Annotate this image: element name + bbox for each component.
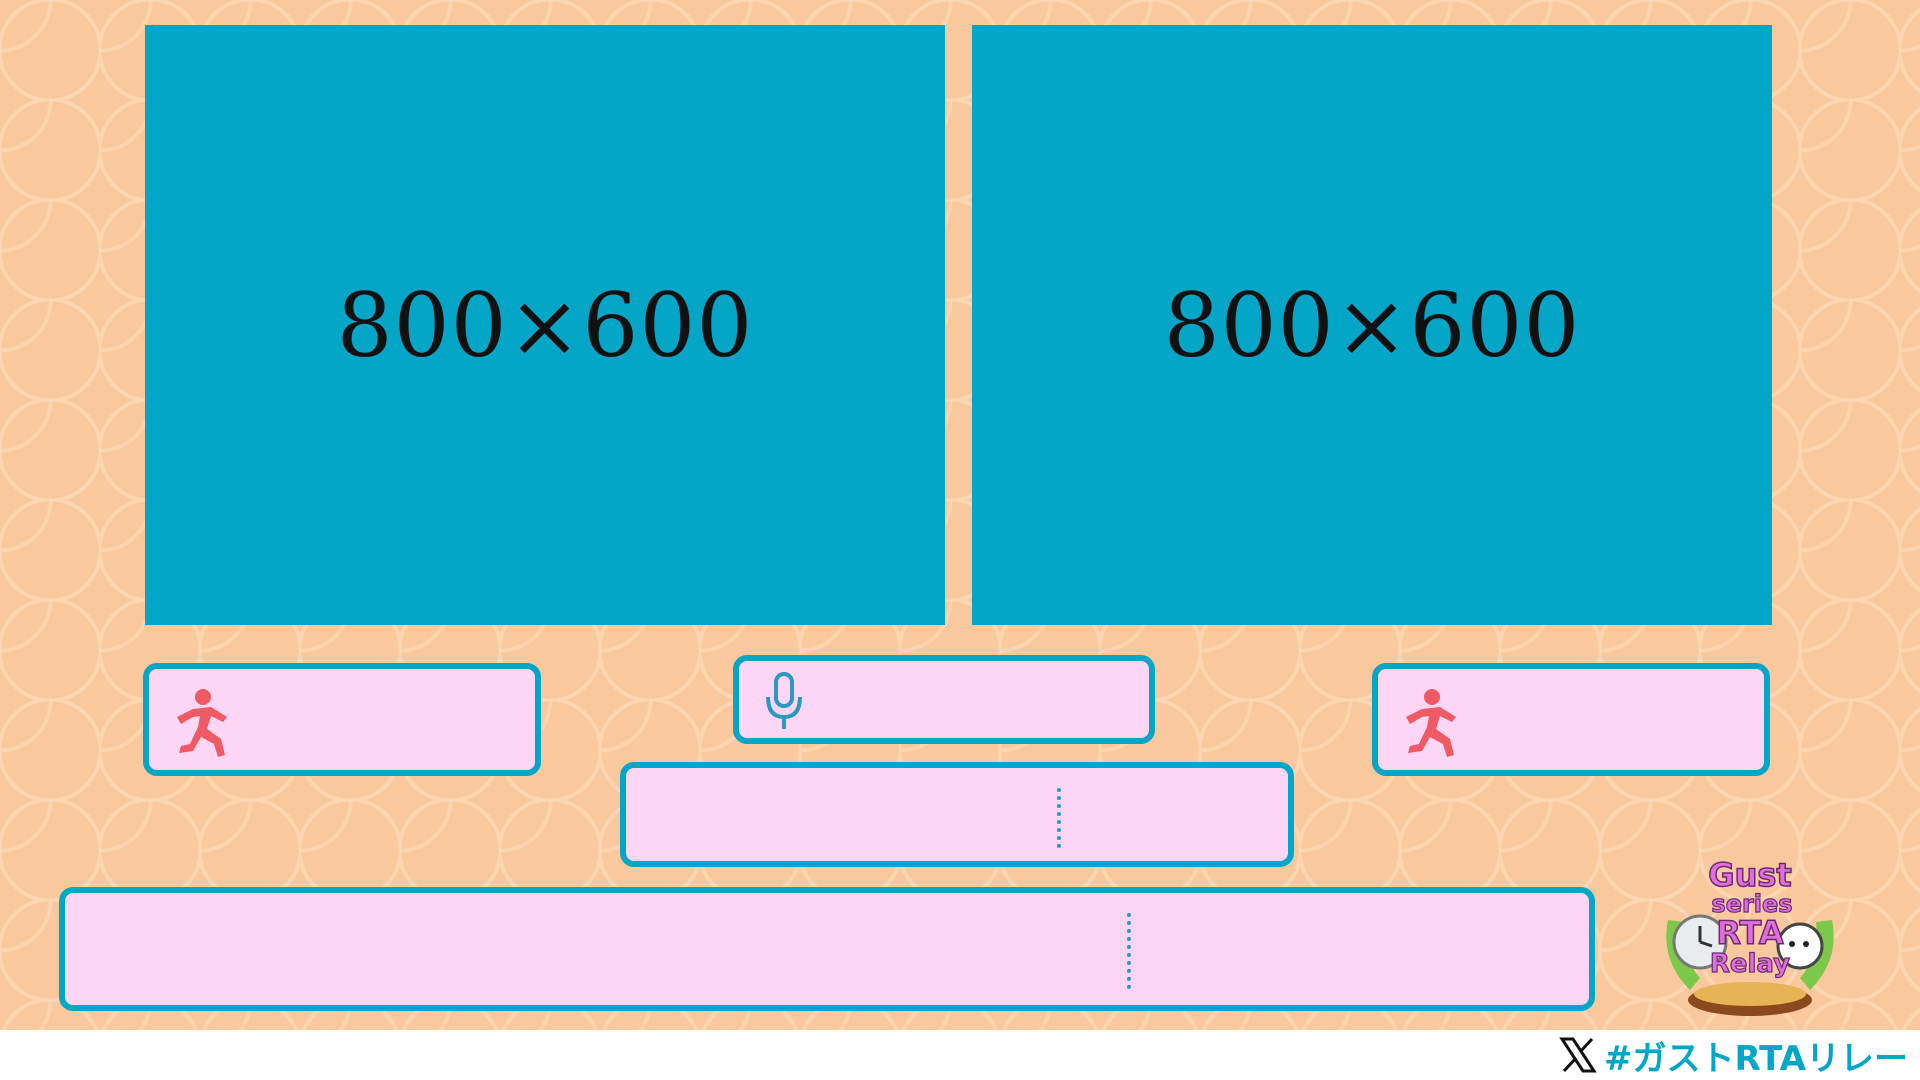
logo-text-rta: RTA [1716,914,1784,952]
hashtag: #ガストRTAリレー [1558,1030,1908,1080]
running-person-icon [177,689,227,757]
screen-size-label-left: 800×600 [336,273,754,377]
dotted-divider [1057,788,1061,848]
gust-rta-relay-logo: Gust series RTA Relay [1666,855,1834,1016]
runner-name-box-right [1372,663,1770,776]
logo-text-relay: Relay [1710,949,1790,979]
game-info-box [620,762,1294,867]
game-screen-left: 800×600 [145,25,945,625]
hashtag-text: #ガストRTAリレー [1603,1038,1908,1079]
x-logo-icon [1559,1037,1597,1073]
logo-text-gust: Gust [1708,856,1791,894]
game-screen-right: 800×600 [972,25,1772,625]
runner-name-box-left [143,663,541,776]
dotted-divider [1127,913,1131,989]
commentary-name-box [733,655,1155,744]
running-person-icon [1406,689,1456,757]
screen-size-label-right: 800×600 [1163,273,1581,377]
timer-info-box [59,887,1595,1011]
microphone-icon [766,672,802,729]
